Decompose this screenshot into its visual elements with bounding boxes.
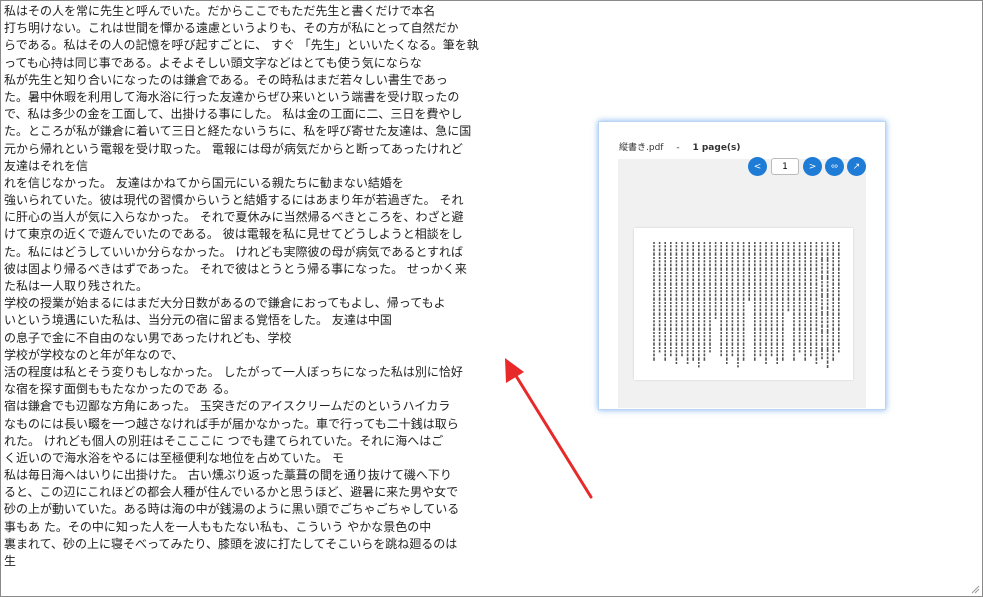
text-column (838, 242, 840, 353)
text-column (709, 242, 711, 353)
vertical-text-columns (653, 242, 840, 368)
text-line: れを信じなかった。 友達はかねてから国元にいる親たちに勧まない結婚を (4, 175, 404, 190)
pdf-preview-popup: 縦書き.pdf - 1 page(s) < > ⬄ ↗ (598, 121, 886, 410)
text-line: 私は毎日海へはいりに出掛けた。 古い燻ぶり返った藁葺の間を通り抜けて磯へ下り (4, 468, 452, 483)
header-separator: - (676, 143, 680, 153)
text-line: 打ち明けない。これは世間を憚かる遠慮というよりも、その方が私にとって自然だか (4, 21, 459, 36)
text-column (681, 242, 683, 357)
text-line: 元から帰れという電報を受け取った。 電報には母が病気だからと断ってあったけれど (4, 141, 463, 156)
text-line: 強いられていた。彼は現代の習慣からいうと結婚するにはあまり年が若過ぎた。 それ (4, 193, 464, 208)
text-line: に肝心の当人が気に入らなかった。 それで夏休みに当然帰るべきところを、わざと避 (4, 210, 464, 225)
fit-width-button[interactable]: ⬄ (825, 157, 844, 176)
text-column (720, 242, 722, 357)
text-column (670, 242, 672, 357)
pdf-header: 縦書き.pdf - 1 page(s) (619, 140, 741, 153)
pdf-page-thumbnail[interactable] (634, 228, 853, 380)
text-line: らである。私はその人の記憶を呼び起すごとに、 すぐ 「先生」といいたくなる。筆を… (4, 38, 479, 53)
text-column (765, 242, 767, 364)
text-line: の息子で金に不自由のない男であったけれども、学校 (4, 330, 292, 345)
text-line: 砂の上が動いていた。ある時は海の中が銭湯のように黒い頭でごちゃごちゃしている (4, 502, 460, 517)
text-column (804, 242, 806, 361)
pdf-page-count: 1 page(s) (692, 143, 741, 153)
text-column (703, 242, 706, 361)
text-line: く近いので海水浴をやるには至極便利な地位を占めていた。 モ (4, 450, 344, 465)
text-line: 友達はそれを信 (4, 158, 89, 173)
open-external-icon: ↗ (852, 161, 861, 172)
text-column (737, 242, 739, 368)
pdf-viewer: < > ⬄ ↗ (618, 157, 866, 408)
text-column (664, 242, 666, 361)
pdf-file-name: 縦書き.pdf (619, 143, 664, 153)
text-column (793, 242, 795, 361)
next-page-button[interactable]: > (803, 157, 822, 176)
text-column (770, 242, 773, 357)
prev-page-button[interactable]: < (748, 157, 767, 176)
text-column (714, 242, 717, 319)
text-column (653, 242, 655, 361)
text-line: れた。 けれども個人の別荘はそこここに つでも建てられていた。それに海へはご (4, 433, 444, 448)
text-line: いという境遇にいた私は、当分元の宿に留まる覚悟をした。 友達は中国 (4, 313, 392, 328)
text-line: なものには長い畷を一つ越さなければ手が届かなかった。車で行っても二十銭は取ら (4, 416, 459, 431)
text-editor[interactable]: 私はその人を常に先生と呼んでいた。だからここでもただ先生と書くだけで本名打ち明け… (4, 3, 484, 570)
chevron-left-icon: < (753, 161, 762, 172)
text-line: 学校の授業が始まるにはまだ大分日数があるので鎌倉におってもよし、帰ってもよ (4, 296, 446, 311)
text-line: 生 (4, 554, 17, 568)
text-column (731, 242, 734, 357)
resize-grip-icon[interactable] (970, 584, 980, 594)
text-column (675, 242, 678, 364)
text-column (698, 242, 700, 368)
text-line: っても心持は同じ事である。よそよそしい頭文字などはとても使う気にならな (4, 55, 422, 70)
text-line: 裏まれて、砂の上に寝そべってみたり、膝頭を波に打たしてそこいらを跳ね廻るのは (4, 536, 458, 551)
text-line: 活の程度は私とそう変りもしなかった。 したがって一人ぼっちになった私は別に恰好 (4, 364, 463, 379)
text-line: 宿は鎌倉でも辺鄙な方角にあった。 玉突きだのアイスクリームだのというハイカラ (4, 399, 451, 414)
text-column (832, 242, 834, 361)
text-column (821, 242, 823, 360)
text-column (798, 242, 801, 353)
text-line: 私が先生と知り合いになったのは鎌倉である。その時私はまだ若々しい書生であっ (4, 72, 448, 87)
text-column (815, 242, 818, 364)
text-column (748, 242, 750, 301)
text-line: 私はその人を常に先生と呼んでいた。だからここでもただ先生と書くだけで本名 (4, 4, 436, 18)
text-line: 事もあ た。その中に知った人を一人ももたない私も、こういう やかな景色の中 (4, 519, 432, 534)
open-external-button[interactable]: ↗ (847, 157, 866, 176)
text-column (782, 242, 784, 361)
text-column (776, 242, 778, 364)
text-line: た。私にはどうしていいか分らなかった。 けれども実際彼の母が病気であるとすれば (4, 244, 463, 259)
text-column (759, 242, 762, 357)
text-line: で、私は多少の金を工面して、出掛ける事にした。 私は金の工面に二、三日を費やし (4, 107, 463, 122)
text-column (686, 242, 689, 364)
text-column (742, 242, 745, 361)
fit-width-icon: ⬄ (830, 161, 839, 172)
pdf-toolbar: < > ⬄ ↗ (748, 157, 866, 176)
page-number-input[interactable] (771, 158, 799, 175)
text-column (787, 242, 790, 312)
chevron-right-icon: > (808, 161, 817, 172)
text-column (726, 242, 728, 364)
text-line: けて東京の近くで遊んでいたのである。 彼は電報を私に見せてどうしようと相談をし (4, 227, 463, 242)
text-line: 学校が学校なのと年が年なので、 (4, 347, 184, 362)
text-column (692, 242, 694, 361)
text-line: ると、この辺にこれほどの都会人種が住んでいるかと思うほど、避暑に来た男や女で (4, 485, 459, 500)
text-column (658, 242, 661, 353)
text-line: 彼は固より帰るべきはずであった。 それで彼はとうとう帰る事になった。 せっかく来 (4, 261, 467, 276)
text-column (826, 242, 829, 368)
text-line: た私は一人取り残された。 (4, 279, 149, 293)
text-line: た。暑中休暇を利用して海水浴に行った友達からぜひ来いという端書を受け取ったの (4, 89, 460, 104)
text-column (754, 242, 756, 361)
text-line: た。ところが私が鎌倉に着いて三日と経たないうちに、私を呼び寄せた友達は、急に国 (4, 124, 472, 139)
text-line: な宿を探す面倒ももたなかったのであ る。 (4, 382, 236, 397)
text-column (810, 242, 812, 357)
